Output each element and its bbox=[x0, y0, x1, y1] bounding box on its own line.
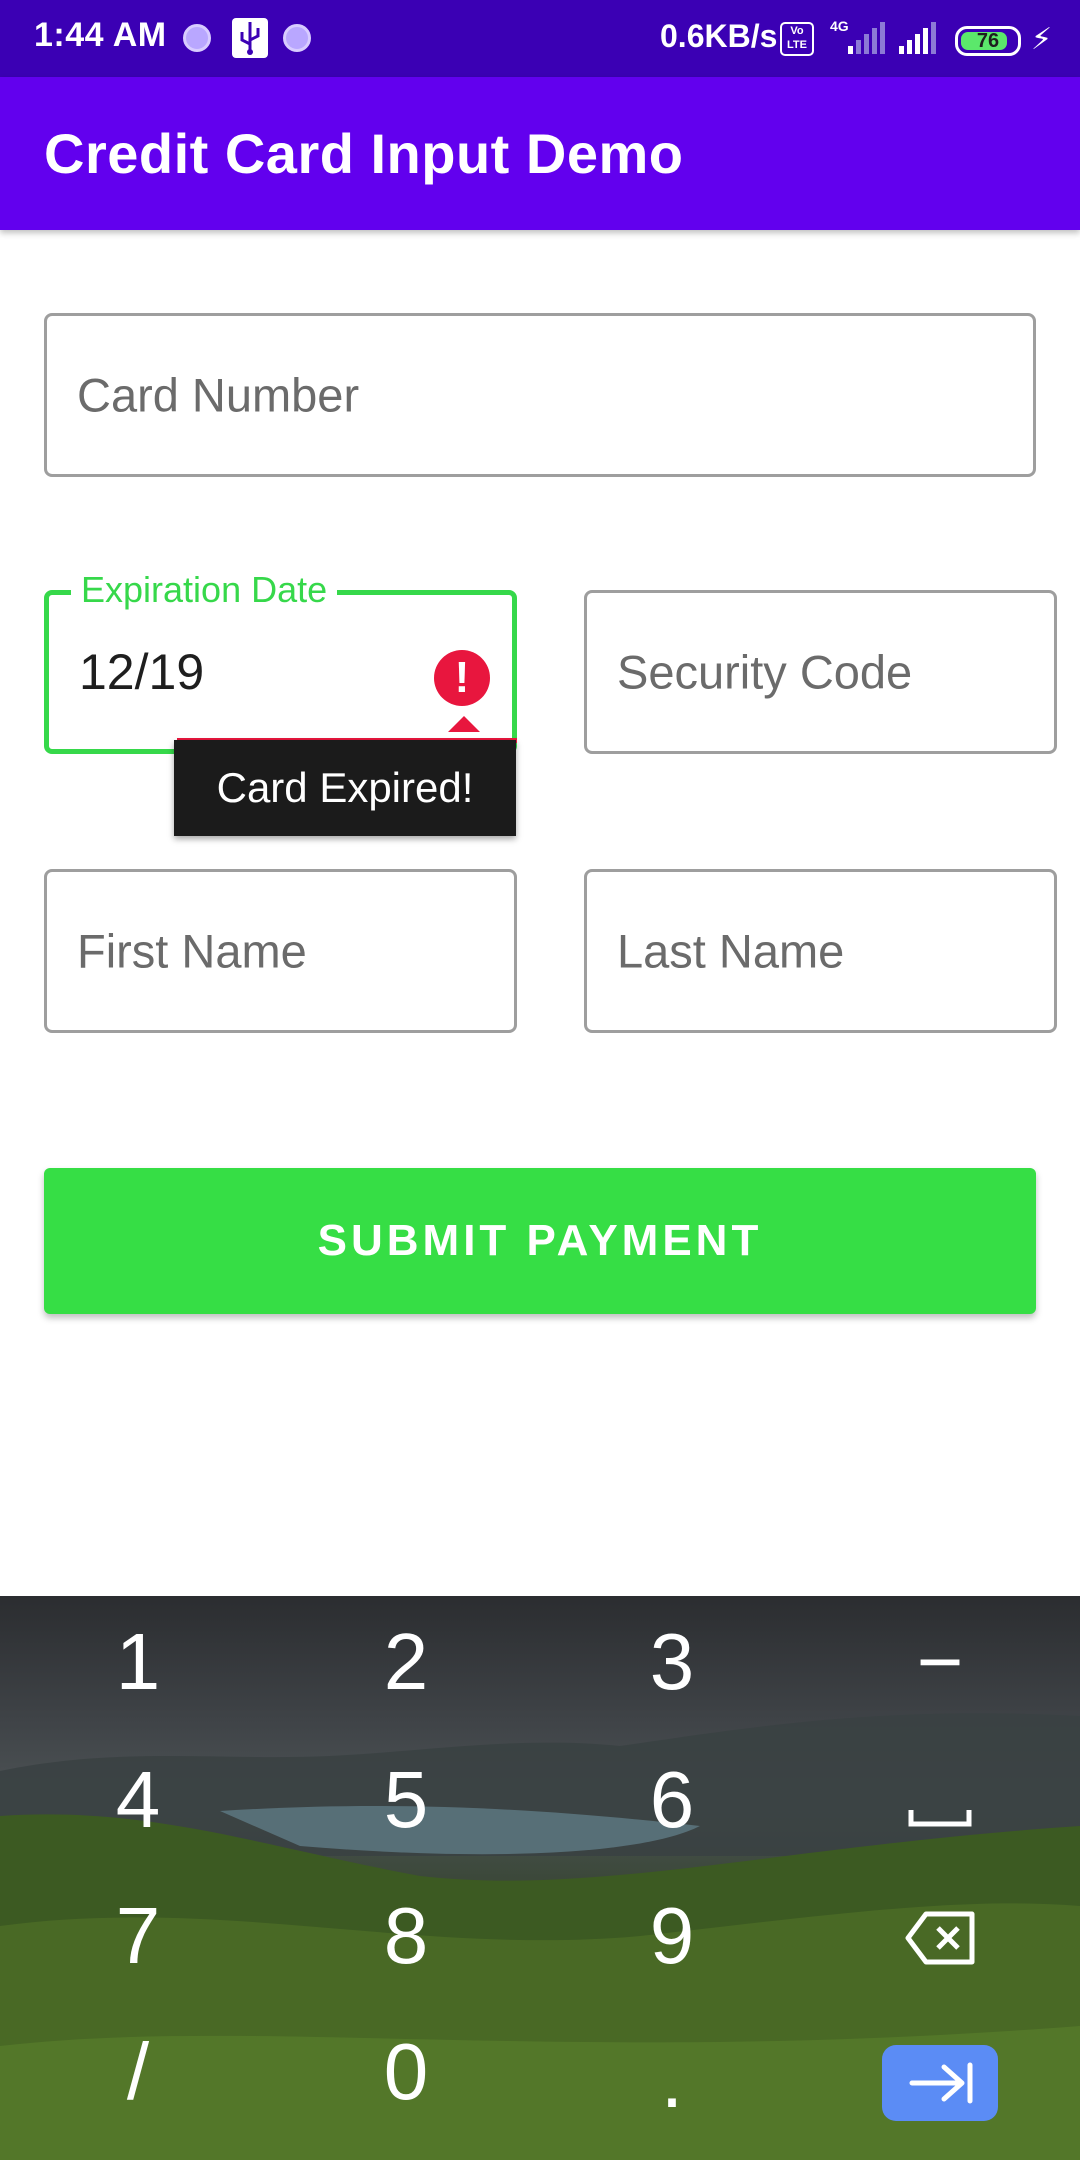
key-6[interactable]: 6 bbox=[582, 1740, 762, 1860]
battery-level: 76 bbox=[976, 30, 1000, 52]
security-code-placeholder: Security Code bbox=[617, 645, 913, 699]
sync-icon bbox=[183, 24, 211, 52]
key-0[interactable]: 0 bbox=[316, 2012, 496, 2132]
card-number-field[interactable]: Card Number bbox=[44, 313, 1036, 477]
key-9[interactable]: 9 bbox=[582, 1876, 762, 1996]
signal-icon bbox=[848, 22, 885, 54]
app-bar: Credit Card Input Demo bbox=[0, 77, 1080, 230]
key-3[interactable]: 3 bbox=[582, 1602, 762, 1722]
key-dot[interactable]: . bbox=[582, 2020, 762, 2140]
card-number-placeholder: Card Number bbox=[77, 368, 360, 422]
error-tooltip: Card Expired! bbox=[174, 740, 516, 836]
battery-icon: 76 bbox=[955, 26, 1021, 56]
sync-icon bbox=[283, 24, 311, 52]
network-speed: 0.6KB/s bbox=[660, 18, 778, 54]
charging-icon: ⚡ bbox=[1031, 23, 1053, 56]
key-minus[interactable]: − bbox=[850, 1602, 1030, 1722]
first-name-placeholder: First Name bbox=[77, 924, 307, 978]
backspace-icon[interactable] bbox=[904, 1910, 976, 1966]
error-icon[interactable]: ! bbox=[434, 650, 490, 706]
key-8[interactable]: 8 bbox=[316, 1876, 496, 1996]
key-5[interactable]: 5 bbox=[316, 1740, 496, 1860]
status-time: 1:44 AM bbox=[34, 16, 167, 54]
expiration-date-label: Expiration Date bbox=[71, 569, 338, 611]
expiration-date-field[interactable]: Expiration Date 12/19 ! bbox=[44, 569, 517, 754]
key-4[interactable]: 4 bbox=[48, 1740, 228, 1860]
submit-payment-button[interactable]: SUBMIT PAYMENT bbox=[44, 1168, 1036, 1314]
key-slash[interactable]: / bbox=[48, 2012, 228, 2132]
status-bar: 1:44 AM 0.6KB/s Vo LTE 4G 76 ⚡ bbox=[0, 0, 1080, 77]
space-icon[interactable] bbox=[908, 1808, 972, 1828]
next-field-key[interactable] bbox=[882, 2045, 998, 2121]
key-1[interactable]: 1 bbox=[48, 1602, 228, 1722]
usb-icon bbox=[232, 18, 268, 58]
key-7[interactable]: 7 bbox=[48, 1876, 228, 1996]
last-name-placeholder: Last Name bbox=[617, 924, 845, 978]
first-name-field[interactable]: First Name bbox=[44, 869, 517, 1033]
security-code-field[interactable]: Security Code bbox=[584, 590, 1057, 754]
expiration-date-value: 12/19 bbox=[79, 644, 205, 700]
key-2[interactable]: 2 bbox=[316, 1602, 496, 1722]
tooltip-arrow bbox=[448, 716, 480, 732]
next-field-icon bbox=[909, 2062, 973, 2104]
signal-icon bbox=[899, 22, 936, 54]
volte-icon: Vo LTE bbox=[780, 22, 814, 56]
page-title: Credit Card Input Demo bbox=[44, 122, 684, 185]
last-name-field[interactable]: Last Name bbox=[584, 869, 1057, 1033]
